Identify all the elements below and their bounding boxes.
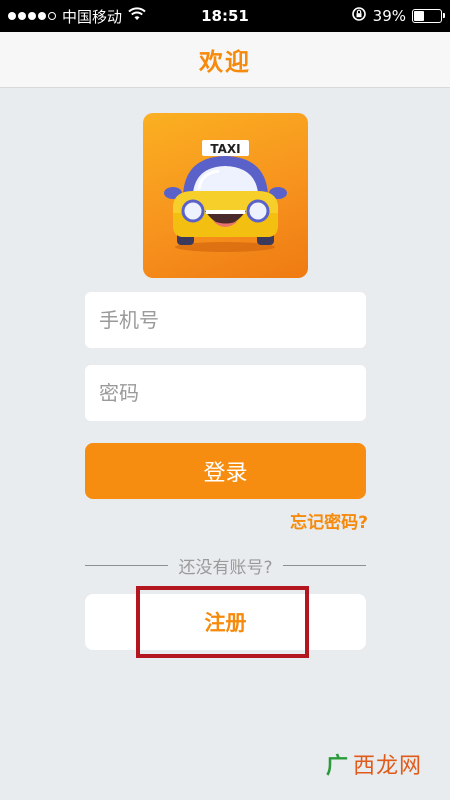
page-title: 欢迎 xyxy=(199,48,251,76)
watermark-text: 西龙网 xyxy=(352,754,422,779)
watermark: 广 西龙网 xyxy=(326,748,422,780)
taxi-sign-text: TAXI xyxy=(210,142,240,156)
password-input[interactable] xyxy=(99,381,366,405)
phone-field[interactable] xyxy=(85,292,366,348)
phone-input[interactable] xyxy=(99,308,366,332)
divider-line-right xyxy=(282,564,366,566)
carrier-label: 中国移动 xyxy=(62,7,123,26)
signal-strength-icon xyxy=(8,12,56,20)
taxi-icon: TAXI xyxy=(164,140,287,252)
no-account-divider: 还没有账号? xyxy=(85,552,366,578)
forgot-password-link[interactable]: 忘记密码? xyxy=(290,508,368,533)
nav-bar: 欢迎 xyxy=(0,32,450,88)
battery-icon xyxy=(412,9,445,23)
status-bar: 中国移动 18:51 39% xyxy=(0,0,450,32)
register-highlight-box xyxy=(136,586,309,658)
login-button[interactable]: 登录 xyxy=(85,443,366,499)
watermark-logo-icon: 广 xyxy=(325,754,349,779)
no-account-text: 还没有账号? xyxy=(178,557,273,578)
status-left: 中国移动 xyxy=(8,6,146,27)
app-logo: TAXI xyxy=(143,113,308,278)
rotation-lock-icon xyxy=(351,6,367,26)
divider-line-left xyxy=(85,564,169,566)
battery-percent: 39% xyxy=(372,7,406,25)
wifi-icon xyxy=(128,7,146,25)
status-right: 39% xyxy=(351,6,445,26)
password-field[interactable] xyxy=(85,365,366,421)
